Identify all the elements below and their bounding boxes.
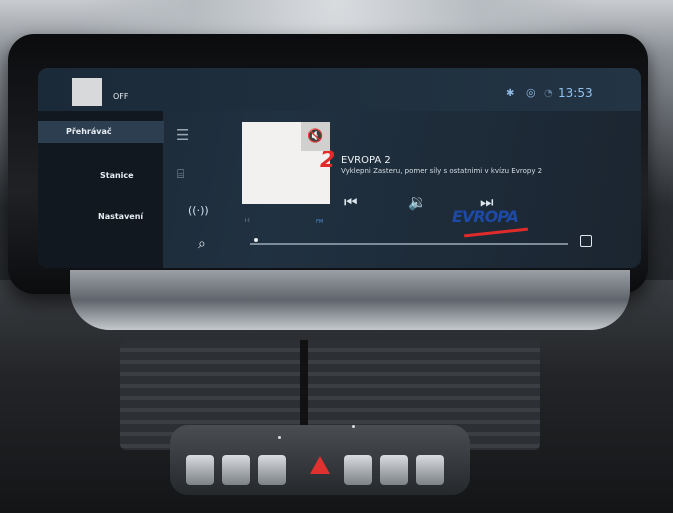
indicator-dot bbox=[352, 425, 355, 428]
search-icon[interactable]: ⌕ bbox=[198, 236, 206, 252]
menu-icon[interactable]: ☰ bbox=[176, 126, 189, 144]
sidebar: Přehrávač Stanice Nastavení bbox=[38, 111, 164, 268]
prev-track-icon[interactable]: ⏮ bbox=[344, 193, 358, 211]
volume-icon[interactable]: 🔉 bbox=[408, 193, 427, 211]
hw-button-2[interactable] bbox=[222, 455, 250, 485]
infotainment-screen: OFF ✱ ◎ ◔ 13:53 Přehrávač Stanice Nastav… bbox=[38, 68, 641, 268]
signal-bars: Ⅰ·Ⅰ bbox=[245, 218, 250, 224]
signal-icon: ◔ bbox=[544, 88, 553, 99]
hw-button-5[interactable] bbox=[380, 455, 408, 485]
bluetooth-icon: ✱ bbox=[506, 88, 515, 99]
radio-source-icon[interactable]: ⌸ bbox=[177, 167, 184, 182]
connected-services-icon: ◎ bbox=[526, 86, 536, 99]
status-bar: OFF ✱ ◎ ◔ 13:53 bbox=[38, 68, 641, 111]
indicator-dot bbox=[278, 436, 281, 439]
sidebar-item-prehravac[interactable]: Přehrávač bbox=[38, 121, 164, 143]
car-interior: OFF ✱ ◎ ◔ 13:53 Přehrávač Stanice Nastav… bbox=[0, 0, 673, 513]
radio-signal-icon[interactable]: ((·)) bbox=[188, 204, 209, 217]
clock: 13:53 bbox=[558, 86, 593, 100]
mini-player-thumbnail[interactable] bbox=[72, 78, 102, 106]
hw-button-3[interactable] bbox=[258, 455, 286, 485]
vent-divider bbox=[300, 340, 308, 430]
hw-button-1[interactable] bbox=[186, 455, 214, 485]
radio-text: Vyklepni Zasteru, pomer síly s ostatnimi… bbox=[341, 167, 543, 175]
power-status[interactable]: OFF bbox=[113, 92, 129, 101]
hazard-icon bbox=[310, 456, 330, 474]
hazard-button[interactable] bbox=[310, 456, 330, 476]
station-logo-number: 2 bbox=[320, 148, 336, 173]
hw-button-6[interactable] bbox=[416, 455, 444, 485]
progress-track bbox=[250, 243, 568, 245]
sidebar-item-label: Přehrávač bbox=[66, 127, 112, 136]
progress-knob[interactable] bbox=[254, 238, 258, 242]
chrome-trim bbox=[70, 270, 630, 330]
sidebar-item-label: Nastavení bbox=[98, 212, 144, 221]
bookmark-icon[interactable] bbox=[580, 235, 592, 247]
sidebar-item-label: Stanice bbox=[100, 171, 134, 180]
tool-column bbox=[163, 111, 223, 268]
next-track-icon[interactable]: ⏭ bbox=[480, 193, 494, 211]
speaker-muted-icon[interactable]: 🔇 bbox=[301, 122, 330, 151]
band-label: FM bbox=[316, 219, 324, 225]
hw-button-4[interactable] bbox=[344, 455, 372, 485]
station-name: EVROPA 2 bbox=[341, 155, 391, 166]
logo-swoosh bbox=[464, 227, 528, 238]
